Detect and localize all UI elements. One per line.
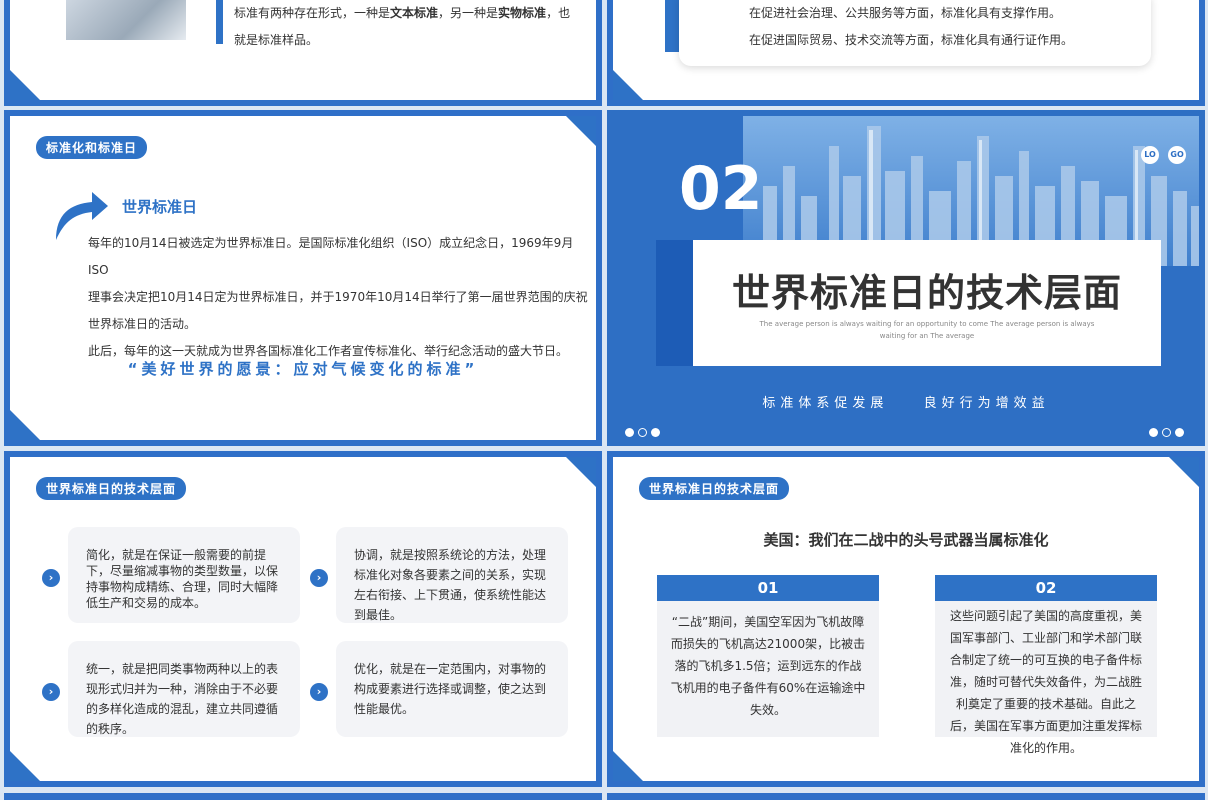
box-text: 这些问题引起了美国的高度重视，美国军事部门、工业部门和学术部门联合制定了统一的可… xyxy=(935,601,1157,755)
standard-forms-text: 标准有两种存在形式，一种是文本标准，另一种是实物标准，也 就是标准样品。 xyxy=(234,0,594,54)
roles-text: 在促进社会治理、公共服务等方面，标准化具有支撑作用。 在促进国际贸易、技术交流等… xyxy=(749,0,1149,54)
text-line: 每年的10月14日被选定为世界标准日。是国际标准化组织（ISO）成立纪念日，19… xyxy=(88,236,574,277)
corner-decoration xyxy=(10,410,40,440)
subtitle-line: The average person is always waiting for… xyxy=(759,320,1095,328)
card-optimize: 优化，就是在一定范围内，对事物的构成要素进行选择或调整，使之达到性能最优。 xyxy=(336,641,568,737)
slide-heading: 美国：我们在二战中的头号武器当属标准化 xyxy=(763,531,1049,549)
next-row-strip xyxy=(4,793,602,800)
text-part: 就是标准样品。 xyxy=(234,33,319,47)
chevron-right-icon: › xyxy=(310,569,328,587)
section-tag: 标准化和标准日 xyxy=(36,136,148,159)
main-title: 世界标准日的技术层面 xyxy=(731,271,1122,315)
section-number: 02 xyxy=(679,154,763,224)
corner-decoration xyxy=(10,751,40,781)
title-shadow-bar xyxy=(656,240,696,366)
card-text: 优化，就是在一定范围内，对事物的构成要素进行选择或调整，使之达到性能最优。 xyxy=(354,662,547,716)
slide-section-title[interactable]: 02 LO GO 世界标准日的技术层面 The average person i… xyxy=(607,110,1205,446)
card-coordinate: 协调，就是按照系统论的方法，处理标准化对象各要素之间的关系，实现左右衔接、上下贯… xyxy=(336,527,568,623)
slide-world-standards-day[interactable]: 标准化和标准日 世界标准日 每年的10月14日被选定为世界标准日。是国际标准化组… xyxy=(4,110,602,446)
next-row-strip xyxy=(607,793,1205,800)
text-line: 在促进国际贸易、技术交流等方面，标准化具有通行证作用。 xyxy=(749,33,1074,47)
box-text-content: 这些问题引起了美国的高度重视，美国军事部门、工业部门和学术部门联合制定了统一的可… xyxy=(949,609,1142,755)
pager-dots xyxy=(625,422,664,440)
slogan-row: 标准体系促发展 良好行为增效益 xyxy=(613,392,1199,411)
slide-usa-standardization[interactable]: 世界标准日的技术层面 美国：我们在二战中的头号武器当属标准化 01 “二战”期间… xyxy=(607,451,1205,787)
title-card: 世界标准日的技术层面 The average person is always … xyxy=(693,240,1161,366)
corner-decoration xyxy=(566,457,596,487)
slide-photo xyxy=(66,0,186,40)
card-text: 协调，就是按照系统论的方法，处理标准化对象各要素之间的关系，实现左右衔接、上下贯… xyxy=(354,548,547,622)
dot xyxy=(625,428,634,437)
card-unify: 统一，就是把同类事物两种以上的表现形式归并为一种，消除由于不必要的多样化造成的混… xyxy=(68,641,300,737)
slide-technical-aspects[interactable]: 世界标准日的技术层面 › 简化，就是在保证一般需要的前提下，尽量缩减事物的类型数… xyxy=(4,451,602,787)
text-part: ，另一种是 xyxy=(438,6,499,20)
dot xyxy=(1162,428,1171,437)
corner-decoration xyxy=(566,116,596,146)
box-text-content: “二战”期间，美国空军因为飞机故障而损失的飞机高达21000架，比被击落的飞机多… xyxy=(670,615,866,717)
logo-circle: GO xyxy=(1168,146,1187,164)
slide-standard-roles[interactable]: 在促进社会治理、公共服务等方面，标准化具有支撑作用。 在促进国际贸易、技术交流等… xyxy=(607,0,1205,106)
dot xyxy=(1175,428,1184,437)
text-part: ，也 xyxy=(546,6,571,20)
box-number: 02 xyxy=(935,575,1157,601)
slogan: 标准体系促发展 xyxy=(762,396,889,411)
box-number: 01 xyxy=(657,575,879,601)
subtitle-line: waiting for an The average xyxy=(879,332,975,340)
body-text: 每年的10月14日被选定为世界标准日。是国际标准化组织（ISO）成立纪念日，19… xyxy=(88,230,588,365)
quote-text: “美好世界的愿景：应对气候变化的标准” xyxy=(127,360,479,378)
card-simplify: 简化，就是在保证一般需要的前提下，尽量缩减事物的类型数量，以保持事物构成精练、合… xyxy=(68,527,300,623)
logo-badge: LO GO xyxy=(1141,142,1187,164)
card-text: 统一，就是把同类事物两种以上的表现形式归并为一种，消除由于不必要的多样化造成的混… xyxy=(86,662,279,736)
accent-bar xyxy=(216,0,223,44)
dot xyxy=(1149,428,1158,437)
logo-circle: LO xyxy=(1141,146,1159,164)
corner-decoration xyxy=(613,70,643,100)
section-tag: 世界标准日的技术层面 xyxy=(639,477,790,500)
slogan: 良好行为增效益 xyxy=(923,396,1050,411)
text-line: 在促进社会治理、公共服务等方面，标准化具有支撑作用。 xyxy=(749,6,1062,20)
subtitle-en: The average person is always waiting for… xyxy=(713,318,1141,342)
text-bold: 实物标准 xyxy=(498,6,547,20)
text-line: 世界标准日的活动。 xyxy=(88,317,197,331)
card-text: 简化，就是在保证一般需要的前提下，尽量缩减事物的类型数量，以保持事物构成精练、合… xyxy=(86,548,279,610)
corner-decoration xyxy=(10,70,40,100)
dot xyxy=(638,428,647,437)
chevron-right-icon: › xyxy=(42,683,60,701)
chevron-right-icon: › xyxy=(42,569,60,587)
corner-decoration xyxy=(1169,457,1199,487)
section-heading: 世界标准日 xyxy=(122,198,198,216)
text-bold: 文本标准 xyxy=(390,6,439,20)
text-part: 标准有两种存在形式，一种是 xyxy=(234,6,391,20)
slide-text-standards[interactable]: 标准有两种存在形式，一种是文本标准，另一种是实物标准，也 就是标准样品。 xyxy=(4,0,602,106)
section-tag: 世界标准日的技术层面 xyxy=(36,477,187,500)
text-line: 理事会决定把10月14日定为世界标准日，并于1970年10月14日举行了第一届世… xyxy=(88,290,588,304)
pager-dots xyxy=(1149,422,1188,440)
dot xyxy=(651,428,660,437)
chevron-right-icon: › xyxy=(310,683,328,701)
box-text: “二战”期间，美国空军因为飞机故障而损失的飞机高达21000架，比被击落的飞机多… xyxy=(657,601,879,737)
